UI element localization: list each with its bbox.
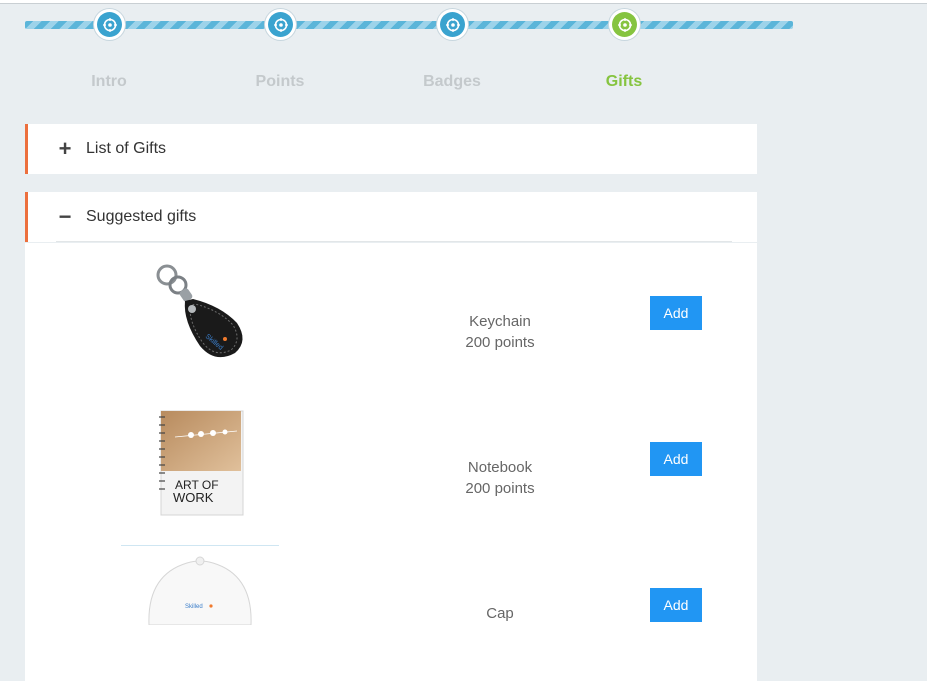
keychain-image: Skilled (145, 261, 255, 371)
gift-row: Skilled Cap Add (25, 535, 757, 681)
progress-track (25, 21, 793, 29)
svg-text:WORK: WORK (173, 490, 214, 505)
minus-icon[interactable]: − (57, 206, 73, 228)
gear-icon (612, 12, 637, 37)
window-top-border (0, 0, 927, 4)
gift-row: Skilled Keychain 200 points Add (25, 243, 757, 390)
gear-icon (97, 12, 122, 37)
header-divider (56, 241, 732, 242)
gift-points: 200 points (465, 334, 535, 351)
gift-name: Keychain (469, 313, 531, 330)
suggested-gifts-panel: − Suggested gifts (25, 192, 757, 242)
gear-icon (268, 12, 293, 37)
gift-info: Keychain 200 points (425, 311, 575, 353)
gift-row: ART OF WORK Notebook 200 points Add (25, 389, 757, 536)
step-points-node[interactable] (265, 9, 296, 40)
plus-icon[interactable]: + (57, 138, 73, 160)
notebook-image: ART OF WORK (145, 407, 255, 517)
suggested-gifts-header[interactable]: − Suggested gifts (25, 192, 757, 242)
svg-text:Skilled: Skilled (185, 604, 203, 610)
cap-image: Skilled (135, 555, 265, 626)
step-intro-node[interactable] (94, 9, 125, 40)
step-gifts-node[interactable] (609, 9, 640, 40)
cap-image-frame (121, 545, 279, 546)
add-keychain-button[interactable]: Add (650, 296, 702, 330)
list-of-gifts-panel: + List of Gifts (25, 124, 757, 174)
gift-name: Notebook (467, 459, 533, 476)
list-of-gifts-header[interactable]: + List of Gifts (25, 124, 757, 174)
step-badges-node[interactable] (437, 9, 468, 40)
step-gifts-label[interactable]: Gifts (554, 73, 694, 91)
step-points-label[interactable]: Points (210, 73, 350, 91)
gear-icon (440, 12, 465, 37)
list-of-gifts-title[interactable]: List of Gifts (86, 140, 166, 158)
gift-name: Cap (486, 605, 514, 622)
gift-points: 200 points (465, 480, 535, 497)
step-intro-label[interactable]: Intro (39, 73, 179, 91)
suggested-gifts-title[interactable]: Suggested gifts (86, 208, 196, 226)
add-cap-button[interactable]: Add (650, 588, 702, 622)
add-notebook-button[interactable]: Add (650, 442, 702, 476)
gift-info: Cap (425, 603, 575, 624)
gift-info: Notebook 200 points (425, 457, 575, 499)
step-badges-label[interactable]: Badges (382, 73, 522, 91)
